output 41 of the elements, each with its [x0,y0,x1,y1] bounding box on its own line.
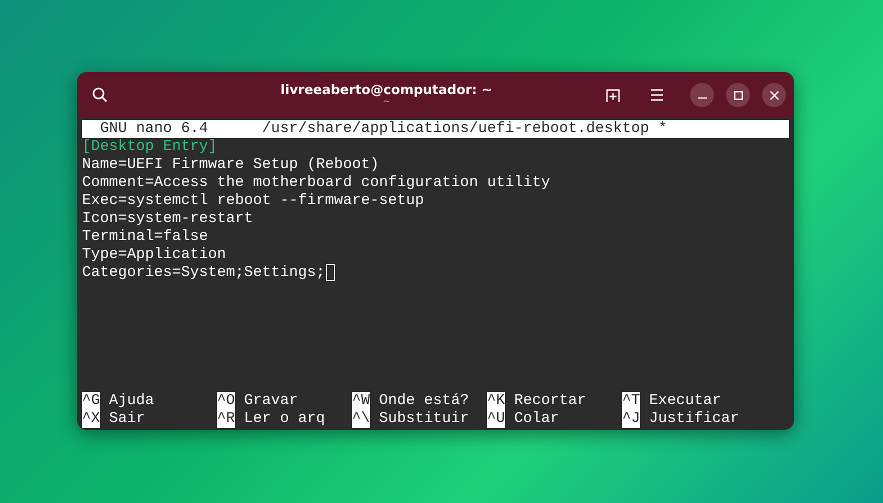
shortcut-label: Substituir [379,410,470,428]
code-line: Categories=System;Settings; [82,264,326,282]
maximize-button[interactable] [726,83,750,107]
shortcut-key: ^W [352,392,370,410]
code-line: Exec=systemctl reboot --firmware-setup [82,192,424,210]
code-line: Name=UEFI Firmware Setup (Reboot) [82,156,380,174]
shortcut-label: Gravar [244,392,298,410]
window-title: livreeaberto@computador: ~ [280,83,492,98]
maximize-icon [734,90,742,100]
shortcut-key: ^K [487,392,506,410]
shortcut-key: ^U [487,410,506,428]
shortcut-key: ^X [82,410,100,428]
file-path: /usr/share/applications/uefi-reboot.desktop * [262,120,668,138]
shortcut-label: Ajuda [109,392,154,410]
code-line: Icon=system-restart [82,210,254,228]
shortcut-label: Recortar [514,392,586,410]
shortcut-label: Executar [649,392,722,410]
shortcut-key: ^R [217,410,236,428]
code-line: Comment=Access the motherboard configuration utility [82,174,550,192]
section-header: [Desktop Entry] [82,138,218,156]
search-icon [92,87,108,103]
shortcut-label: Colar [514,410,560,428]
close-button[interactable] [762,83,786,107]
shortcut-key: ^J [622,410,640,428]
code-line: Terminal=false [82,228,208,246]
editor-version: GNU nano 6.4 [100,120,208,138]
shortcut-label: Sair [109,410,146,428]
shortcut-label: Onde está? [379,392,470,410]
minimize-button[interactable] [690,83,714,107]
code-line: Type=Application [82,246,226,264]
minimize-icon [698,97,706,99]
window-subtitle: ~ [382,98,390,107]
shortcut-key: ^\ [352,410,370,428]
shortcut-key: ^G [82,392,100,410]
shortcut-key: ^T [622,392,640,410]
shortcut-label: Ler o arq [244,410,326,428]
shortcut-label: Justificar [649,410,740,428]
shortcut-key: ^O [217,392,236,410]
close-icon [770,90,778,100]
menu-icon [650,89,664,101]
new-tab-icon [605,87,621,103]
